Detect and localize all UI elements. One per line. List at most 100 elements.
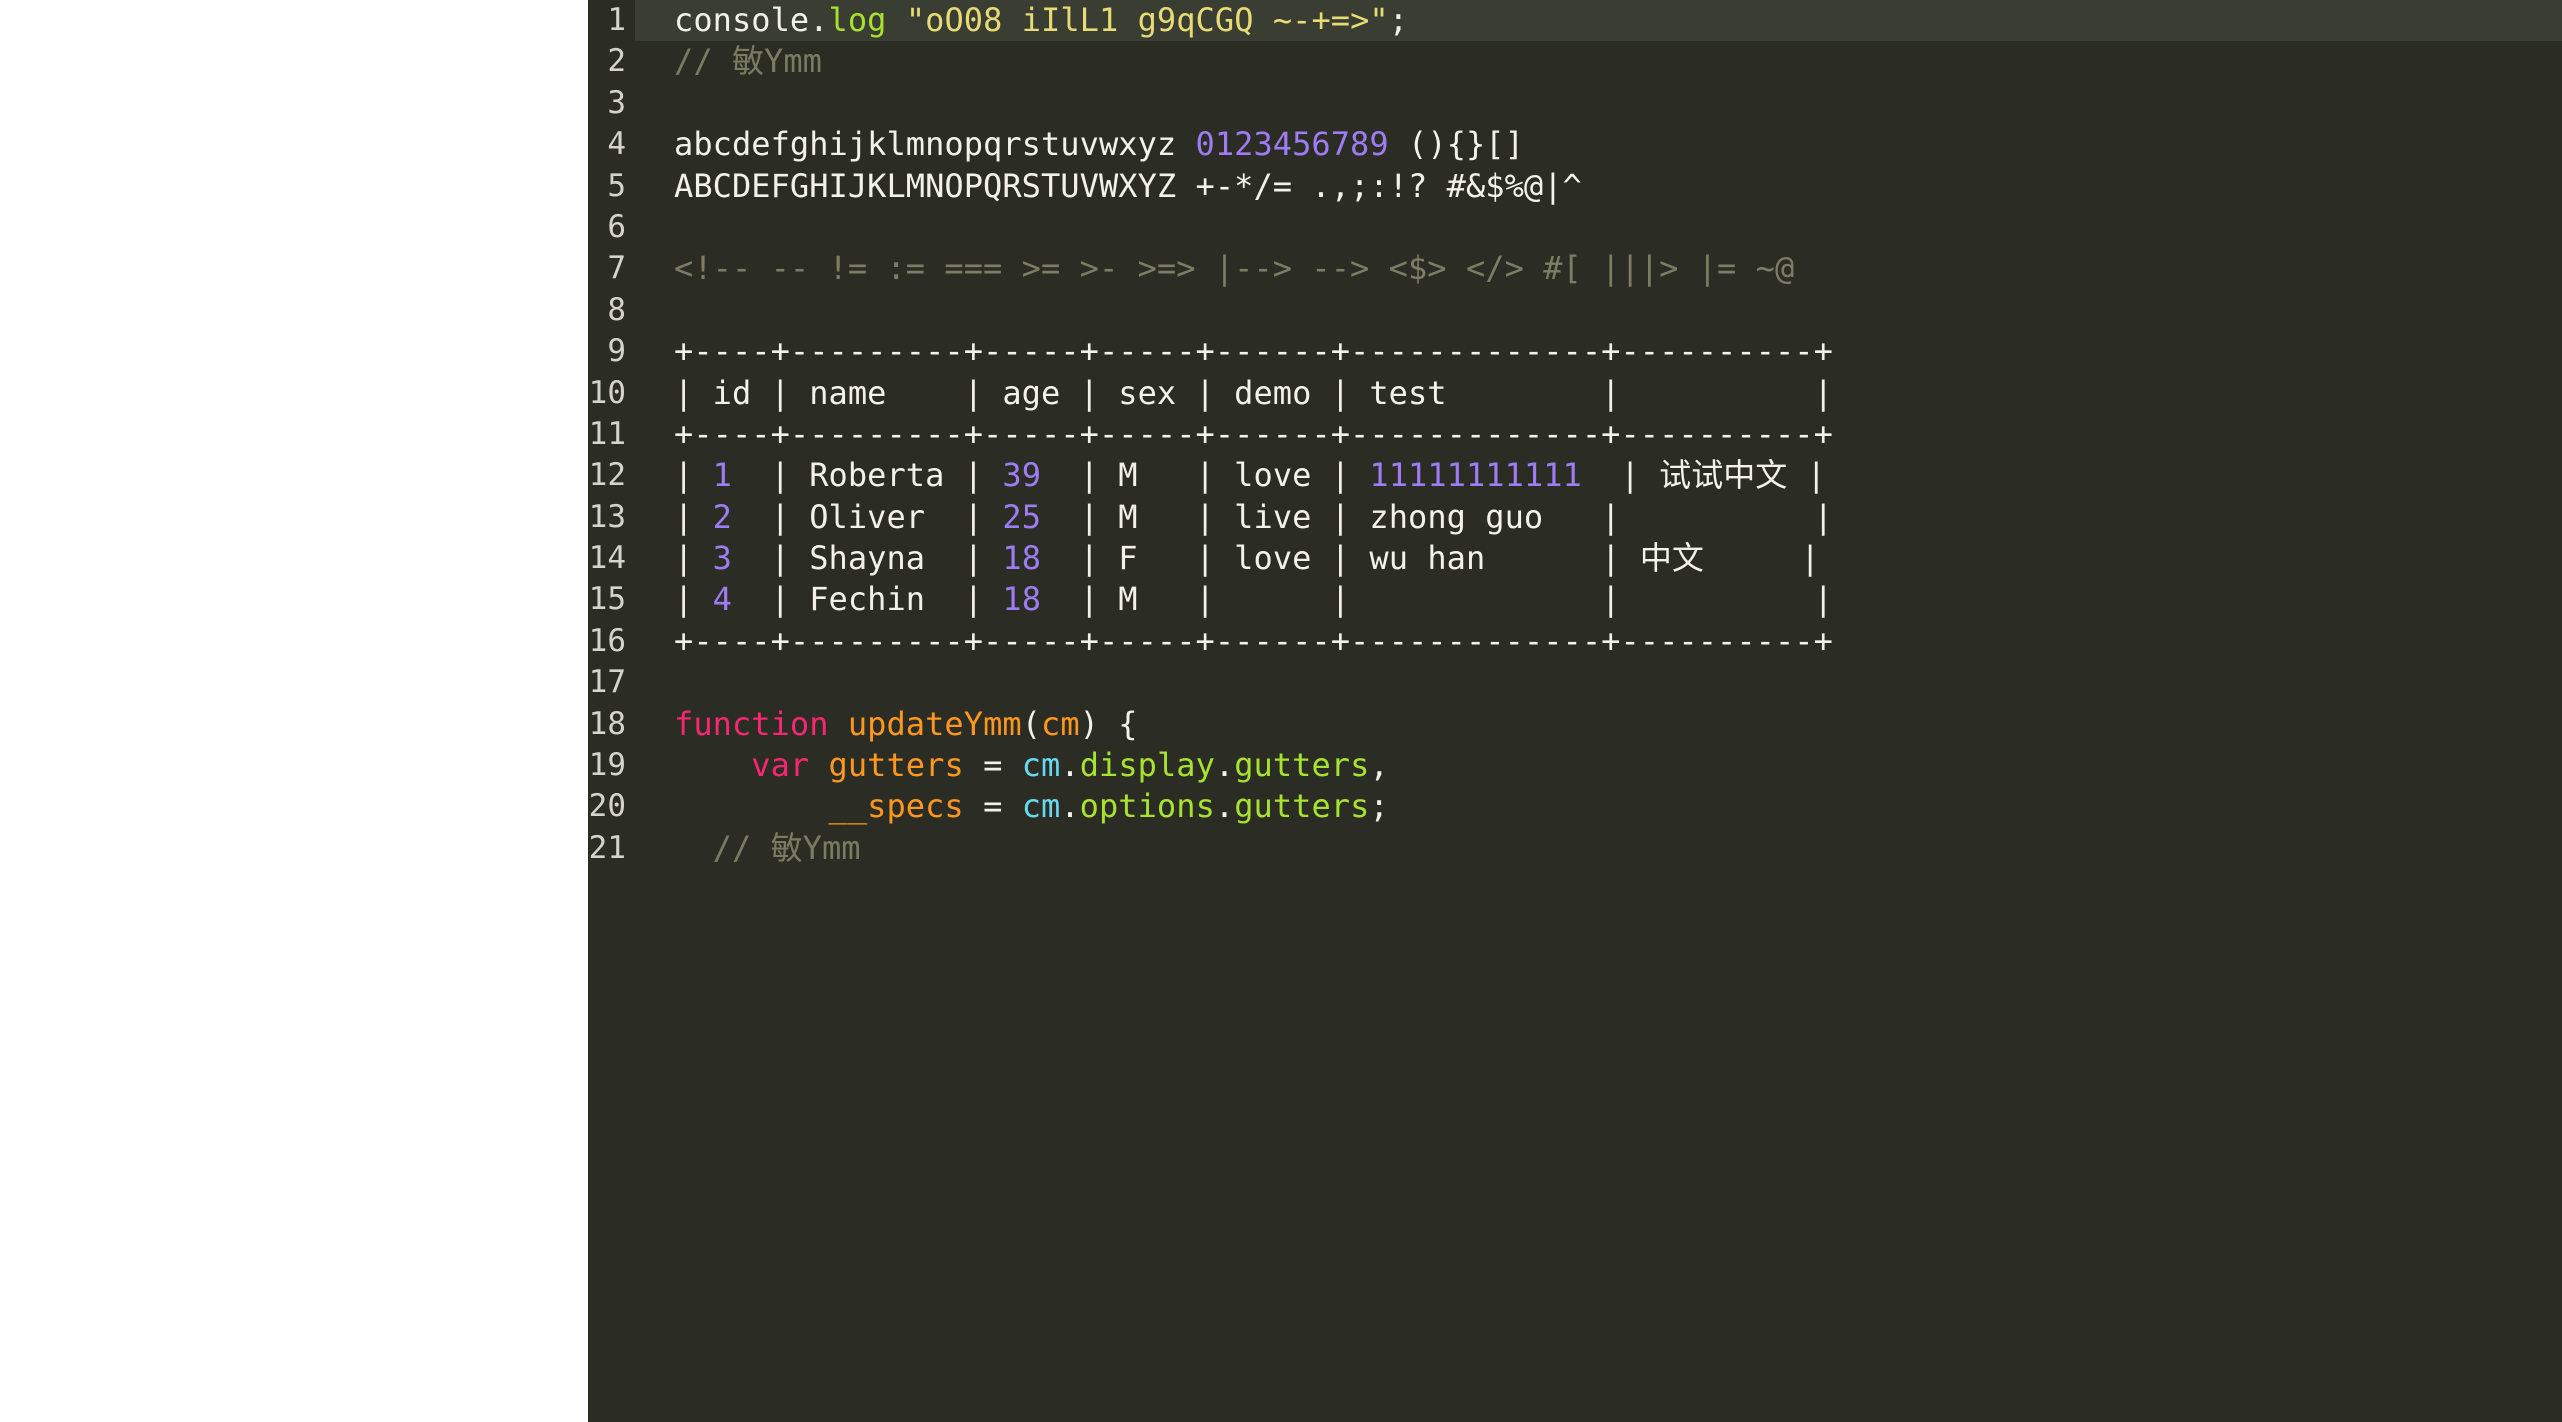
code-line-content[interactable]: function updateYmm(cm) { (674, 704, 1138, 745)
code-line-content[interactable]: +----+---------+-----+-----+------+-----… (674, 331, 1833, 372)
code-line[interactable]: 2 // 敏Ymm (588, 41, 2562, 82)
line-number[interactable]: 18 (588, 704, 626, 745)
code-token: | id | name | age | sex | demo | test | … (674, 373, 1833, 412)
code-token: | (1787, 456, 1826, 495)
code-line[interactable]: 8 (588, 290, 2562, 331)
code-line[interactable]: 19 var gutters = cm.display.gutters, (588, 745, 2562, 786)
line-number[interactable]: 14 (588, 538, 626, 579)
code-lines-container: 1 console.log "oO08 iIlL1 g9qCGQ ~-+=>"; 2… (588, 0, 2562, 869)
code-token: log (828, 1, 887, 39)
code-token: (){}[] (1388, 125, 1524, 164)
code-token: . (1214, 787, 1235, 826)
code-line[interactable]: 15 | 4 | Fechin | 18 | M | | | | (588, 579, 2562, 620)
code-token: | F | love | wu han | (1041, 539, 1640, 578)
code-token: <!-- -- != := === >= >- >=> |--> --> <$>… (674, 249, 1795, 288)
line-number[interactable]: 1 (588, 0, 626, 41)
line-number[interactable]: 11 (588, 414, 626, 455)
code-token: 1 (712, 456, 732, 495)
code-token: +----+---------+-----+-----+------+-----… (674, 332, 1833, 371)
code-token: __specs (828, 787, 964, 826)
code-line[interactable]: 16 +----+---------+-----+-----+------+---… (588, 621, 2562, 662)
code-token: 2 (712, 497, 732, 536)
line-number[interactable]: 6 (588, 207, 626, 248)
line-number[interactable]: 8 (588, 290, 626, 331)
code-line[interactable]: 13 | 2 | Oliver | 25 | M | live | zhong g… (588, 497, 2562, 538)
line-number[interactable]: 9 (588, 331, 626, 372)
code-token: var (751, 746, 810, 785)
code-line[interactable]: 18 function updateYmm(cm) { (588, 704, 2562, 745)
line-number[interactable]: 19 (588, 745, 626, 786)
code-token: | (1703, 539, 1820, 578)
code-token: 0123456789 (1195, 125, 1389, 164)
code-line-content[interactable]: // 敏Ymm (674, 828, 861, 869)
code-line-content[interactable]: // 敏Ymm (674, 41, 822, 82)
code-line-content[interactable]: <!-- -- != := === >= >- >=> |--> --> <$>… (674, 248, 1794, 289)
line-number[interactable]: 2 (588, 41, 626, 82)
line-number[interactable]: 17 (588, 662, 626, 703)
code-line[interactable]: 7 <!-- -- != := === >= >- >=> |--> --> <$… (588, 248, 2562, 289)
line-number[interactable]: 12 (588, 455, 626, 496)
code-line[interactable]: 17 (588, 662, 2562, 703)
line-number[interactable]: 5 (588, 166, 626, 207)
code-line-content[interactable]: +----+---------+-----+-----+------+-----… (674, 414, 1833, 455)
line-number[interactable]: 10 (588, 373, 626, 414)
code-line-content[interactable]: | id | name | age | sex | demo | test | … (674, 373, 1833, 414)
code-token: = (963, 787, 1022, 826)
code-line[interactable]: 10 | id | name | age | sex | demo | test … (588, 373, 2562, 414)
line-number[interactable]: 21 (588, 828, 626, 869)
code-token: 18 (1002, 580, 1042, 619)
line-number[interactable]: 4 (588, 124, 626, 165)
code-line[interactable]: 20 __specs = cm.options.gutters; (588, 786, 2562, 827)
code-token: | Oliver | (731, 497, 1003, 536)
code-token: updateYmm (847, 704, 1022, 743)
line-number[interactable]: 16 (588, 621, 626, 662)
code-token: 敏 (770, 828, 803, 867)
line-number[interactable]: 7 (588, 248, 626, 289)
code-line[interactable]: 21 // 敏Ymm (588, 828, 2562, 869)
code-token: 11111111111 (1369, 456, 1582, 495)
code-line-content[interactable]: +----+---------+-----+-----+------+-----… (674, 621, 1833, 662)
code-line-content[interactable]: console.log "oO08 iIlL1 g9qCGQ ~-+=>"; (674, 0, 1408, 41)
code-token: cm (1021, 787, 1061, 826)
code-token: 4 (712, 580, 732, 619)
code-line[interactable]: 14 | 3 | Shayna | 18 | F | love | wu han … (588, 538, 2562, 579)
code-token: 敏 (731, 42, 765, 81)
line-number[interactable]: 13 (588, 497, 626, 538)
code-token: | (674, 456, 713, 495)
code-token: ( (1021, 704, 1042, 743)
code-line[interactable]: 9 +----+---------+-----+-----+------+----… (588, 331, 2562, 372)
code-token: 39 (1002, 456, 1042, 495)
code-line[interactable]: 6 (588, 207, 2562, 248)
code-token: . (1060, 787, 1080, 826)
code-line-content[interactable]: __specs = cm.options.gutters; (674, 786, 1389, 827)
code-line[interactable]: 3 (588, 83, 2562, 124)
code-line-content[interactable]: | 3 | Shayna | 18 | F | love | wu han | … (674, 538, 1820, 579)
code-editor-pane[interactable]: 1 console.log "oO08 iIlL1 g9qCGQ ~-+=>"; 2… (588, 0, 2562, 1422)
code-line-content[interactable]: | 1 | Roberta | 39 | M | love | 11111111… (674, 455, 1826, 496)
code-token: // (674, 42, 732, 81)
code-token: | M | | | | (1041, 580, 1833, 619)
code-line[interactable]: 5 ABCDEFGHIJKLMNOPQRSTUVWXYZ +-*/= .,;:!?… (588, 166, 2562, 207)
code-line[interactable]: 1 console.log "oO08 iIlL1 g9qCGQ ~-+=>"; (588, 0, 2562, 42)
code-token: | M | live | zhong guo | | (1041, 497, 1833, 536)
code-line-content[interactable]: | 2 | Oliver | 25 | M | live | zhong guo… (674, 497, 1833, 538)
line-number[interactable]: 3 (588, 83, 626, 124)
code-token: | (674, 497, 713, 536)
code-token: 试试中文 (1659, 456, 1788, 495)
code-line[interactable]: 4 abcdefghijklmnopqrstuvwxyz 0123456789 (… (588, 124, 2562, 165)
line-number[interactable]: 20 (588, 786, 626, 827)
code-line-content[interactable]: | 4 | Fechin | 18 | M | | | | (674, 579, 1833, 620)
code-line-content[interactable]: var gutters = cm.display.gutters, (674, 745, 1389, 786)
code-line-content[interactable]: ABCDEFGHIJKLMNOPQRSTUVWXYZ +-*/= .,;:!? … (674, 166, 1582, 207)
code-token: ) { (1079, 704, 1138, 743)
code-token: 中文 (1639, 539, 1704, 578)
code-line-content[interactable]: abcdefghijklmnopqrstuvwxyz 0123456789 ()… (674, 124, 1524, 165)
code-token: cm (1021, 746, 1061, 785)
code-line[interactable]: 12 | 1 | Roberta | 39 | M | love | 111111… (588, 455, 2562, 496)
code-line[interactable]: 11 +----+---------+-----+-----+------+---… (588, 414, 2562, 455)
line-number[interactable]: 15 (588, 579, 626, 620)
